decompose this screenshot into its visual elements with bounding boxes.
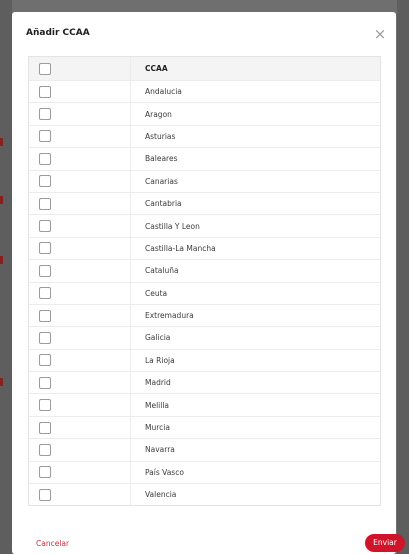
table-row[interactable]: Canarias bbox=[29, 169, 380, 192]
table-row[interactable]: Baleares bbox=[29, 147, 380, 170]
table-row[interactable]: Madrid bbox=[29, 371, 380, 394]
row-checkbox[interactable] bbox=[39, 264, 51, 277]
select-all-checkbox[interactable] bbox=[39, 62, 51, 75]
row-checkbox[interactable] bbox=[39, 443, 51, 456]
backdrop-left bbox=[0, 0, 12, 554]
ccaa-name: Castilla Y Leon bbox=[145, 221, 200, 231]
table-row[interactable]: Cantabria bbox=[29, 191, 380, 215]
table-row[interactable]: Cataluña bbox=[29, 259, 380, 282]
row-checkbox[interactable] bbox=[39, 331, 51, 344]
table-row[interactable]: Valencia bbox=[29, 483, 380, 506]
ccaa-name: Navarra bbox=[145, 445, 175, 455]
ccaa-name: Asturias bbox=[145, 131, 176, 141]
ccaa-name: Canarias bbox=[145, 176, 178, 186]
ccaa-name: Valencia bbox=[145, 490, 177, 500]
row-checkbox[interactable] bbox=[39, 466, 51, 479]
row-checkbox[interactable] bbox=[39, 421, 51, 434]
table-row[interactable]: Murcia bbox=[29, 415, 380, 439]
table-row[interactable]: Castilla Y Leon bbox=[29, 214, 380, 237]
ccaa-name: Melilla bbox=[145, 400, 170, 410]
row-checkbox[interactable] bbox=[39, 175, 51, 188]
row-checkbox[interactable] bbox=[39, 108, 51, 121]
backdrop-marker bbox=[0, 196, 3, 204]
ccaa-name: Madrid bbox=[145, 378, 171, 388]
table-row[interactable]: Melilla bbox=[29, 393, 380, 416]
table-row[interactable]: Ceuta bbox=[29, 281, 380, 304]
table-row[interactable]: Castilla-La Mancha bbox=[29, 236, 380, 260]
ccaa-name: Murcia bbox=[145, 423, 170, 433]
ccaa-name: Galicia bbox=[145, 333, 171, 343]
dialog-title: Añadir CCAA bbox=[26, 28, 90, 38]
backdrop-right bbox=[397, 0, 409, 554]
ccaa-name: País Vasco bbox=[145, 467, 184, 477]
row-checkbox[interactable] bbox=[39, 488, 51, 501]
row-checkbox[interactable] bbox=[39, 242, 51, 255]
row-checkbox[interactable] bbox=[39, 152, 51, 165]
backdrop-marker bbox=[0, 138, 3, 146]
row-checkbox[interactable] bbox=[39, 287, 51, 300]
table-row[interactable]: País Vasco bbox=[29, 460, 380, 484]
table-body: Andalucia Aragon Asturias Baleares Canarias C… bbox=[29, 80, 380, 506]
table-row[interactable]: Galicia bbox=[29, 326, 380, 349]
row-checkbox[interactable] bbox=[39, 399, 51, 412]
close-icon[interactable]: × bbox=[372, 26, 388, 42]
ccaa-name: Castilla-La Mancha bbox=[145, 243, 216, 253]
ccaa-name: Aragon bbox=[145, 109, 172, 119]
table-row[interactable]: Navarra bbox=[29, 438, 380, 461]
table-row[interactable]: Aragon bbox=[29, 102, 380, 125]
table-row[interactable]: Andalucia bbox=[29, 80, 380, 103]
table-row[interactable]: Extremadura bbox=[29, 303, 380, 327]
cancel-button[interactable]: Cancelar bbox=[36, 539, 69, 548]
row-checkbox[interactable] bbox=[39, 376, 51, 389]
ccaa-name: Cataluña bbox=[145, 266, 179, 276]
ccaa-name: Ceuta bbox=[145, 288, 168, 298]
table-row[interactable]: Asturias bbox=[29, 124, 380, 148]
ccaa-name: Extremadura bbox=[145, 311, 194, 321]
row-checkbox[interactable] bbox=[39, 354, 51, 367]
add-ccaa-dialog: Añadir CCAA × CCAA Andalucia Aragon Asturi… bbox=[12, 12, 405, 554]
ccaa-name: Baleares bbox=[145, 154, 178, 164]
row-checkbox[interactable] bbox=[39, 220, 51, 233]
table-header-row: CCAA bbox=[29, 57, 380, 80]
row-checkbox[interactable] bbox=[39, 197, 51, 210]
column-header-ccaa: CCAA bbox=[145, 64, 168, 73]
ccaa-name: La Rioja bbox=[145, 355, 175, 365]
backdrop-marker bbox=[0, 378, 3, 386]
row-checkbox[interactable] bbox=[39, 309, 51, 322]
ccaa-table: CCAA Andalucia Aragon Asturias Baleares Cana… bbox=[28, 56, 381, 507]
table-row[interactable]: La Rioja bbox=[29, 348, 380, 372]
ccaa-name: Andalucia bbox=[145, 87, 182, 97]
ccaa-name: Cantabria bbox=[145, 199, 182, 209]
submit-button[interactable]: Enviar bbox=[365, 534, 405, 552]
row-checkbox[interactable] bbox=[39, 85, 51, 98]
backdrop-marker bbox=[0, 256, 3, 264]
row-checkbox[interactable] bbox=[39, 130, 51, 143]
